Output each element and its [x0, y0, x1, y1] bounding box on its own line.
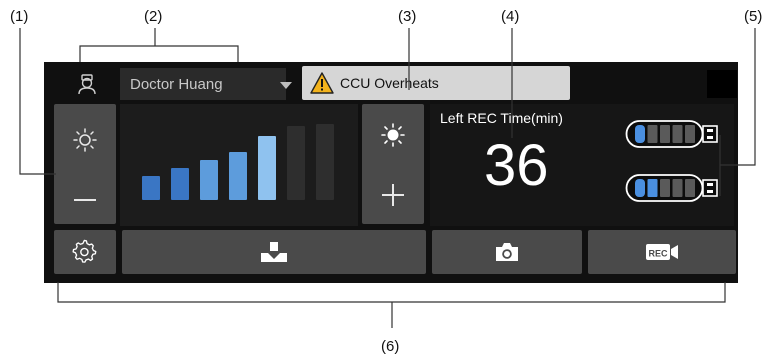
callout-lines [19, 28, 756, 328]
